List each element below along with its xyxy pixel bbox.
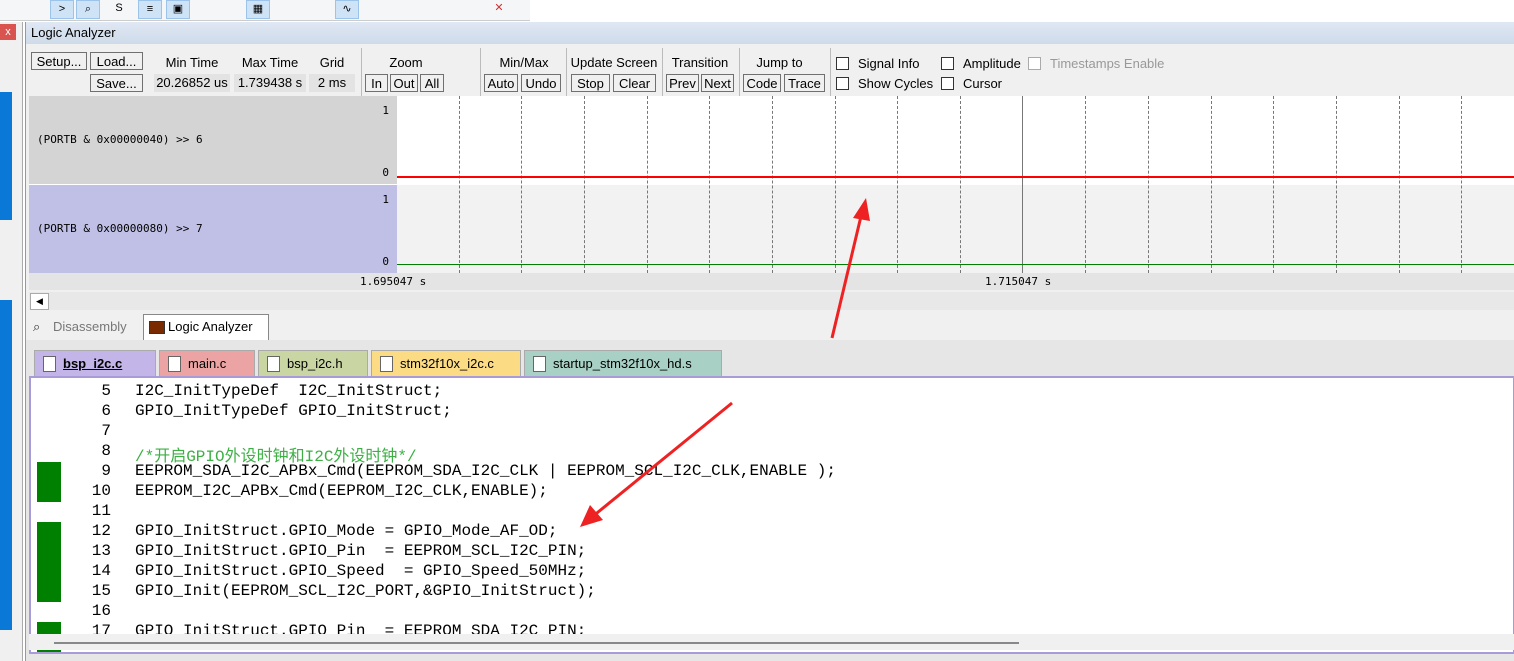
red-arrow-1 [830,198,870,339]
red-arrow-2 [580,401,733,527]
annotation-arrows [580,198,870,527]
